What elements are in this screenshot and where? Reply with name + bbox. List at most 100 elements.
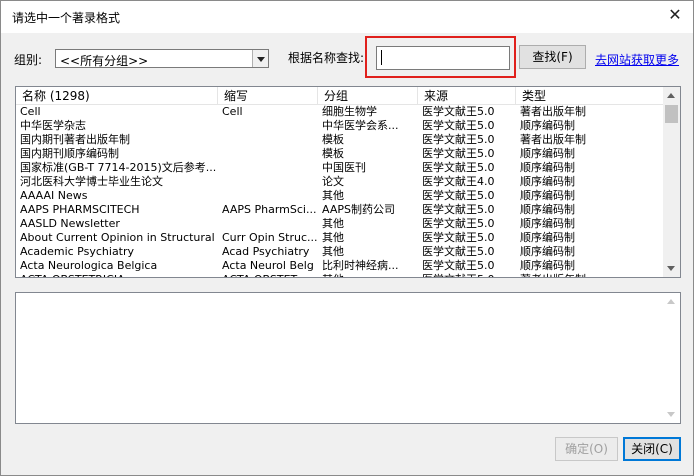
cell-type: 顺序编码制 [520,119,575,132]
title-bar: 请选中一个著录格式 ✕ [1,1,693,33]
cell-type: 顺序编码制 [520,231,575,244]
scroll-down-icon[interactable] [663,406,680,423]
text-cursor [381,50,382,65]
cell-group: 比利时神经病... [322,259,399,272]
list-scrollbar[interactable] [663,87,680,277]
scroll-down-icon[interactable] [663,260,680,277]
table-row[interactable]: About Current Opinion in Structural Bi..… [16,231,665,245]
table-row[interactable]: Academic Psychiatry Acad Psychiatry 其他 医学文献… [16,245,665,259]
cell-group: 其他 [322,245,344,258]
cell-source: 医学文献王5.0 [422,203,495,216]
table-row[interactable]: Cell Cell 细胞生物学 医学文献王5.0 著者出版年制 [16,105,665,119]
window-title: 请选中一个著录格式 [12,11,121,25]
format-select-dialog: 请选中一个著录格式 ✕ 组别: <<所有分组>> 根据名称查找: 查找(F) 去… [0,0,694,476]
cell-abbreviation [218,133,318,147]
cell-source: 医学文献王5.0 [422,133,495,146]
list-header: 名称 (1298) 缩写 分组 来源 类型 [16,87,665,105]
cell-abbreviation [218,217,318,231]
preview-scrollbar[interactable] [663,293,680,423]
table-row[interactable]: AAAAI News 其他 医学文献王5.0 顺序编码制 [16,189,665,203]
cell-type: 顺序编码制 [520,189,575,202]
column-header-source[interactable]: 来源 [418,87,516,105]
get-more-online-link[interactable]: 去网站获取更多 [595,51,679,68]
cell-abbreviation: Curr Opin Struc... [222,231,318,244]
table-row[interactable]: Acta Neurologica Belgica Acta Neurol Belg… [16,259,665,273]
cell-type: 顺序编码制 [520,245,575,258]
cell-type: 著者出版年制 [516,273,665,277]
column-header-name[interactable]: 名称 (1298) [16,87,218,105]
cell-source: 医学文献王5.0 [418,273,516,277]
table-row[interactable]: 国内期刊著者出版年制 模板 医学文献王5.0 著者出版年制 [16,133,665,147]
format-list[interactable]: 名称 (1298) 缩写 分组 来源 类型 Cell Cell 细胞生物学 医学文献王… [15,86,681,278]
cell-group: 其他 [318,273,418,277]
find-button[interactable]: 查找(F) [519,45,586,69]
table-row[interactable]: 河北医科大学博士毕业生论文 论文 医学文献王4.0 顺序编码制 [16,175,665,189]
table-row[interactable]: AASLD Newsletter 其他 医学文献王5.0 顺序编码制 [16,217,665,231]
cell-type: 顺序编码制 [520,161,575,174]
group-dropdown-value: <<所有分组>> [60,54,149,68]
column-header-type[interactable]: 类型 [516,87,665,105]
scroll-thumb[interactable] [665,105,678,123]
scroll-up-icon[interactable] [663,87,680,104]
cell-type: 著者出版年制 [520,133,586,146]
cell-name: 国内期刊著者出版年制 [20,133,130,146]
cell-group: 论文 [322,175,344,188]
cell-abbreviation: Acta Neurol Belg [222,259,314,272]
table-row[interactable]: ACTA OBSTETRICIA...ACTA OBSTET...其他医学文献王… [16,273,665,277]
cell-group: 细胞生物学 [322,105,377,118]
chevron-down-icon[interactable] [252,50,268,67]
close-button[interactable]: 关闭(C) [623,437,681,461]
cell-abbreviation [218,175,318,189]
cell-name: Acta Neurologica Belgica [20,259,158,272]
cell-group: 模板 [322,147,344,160]
cell-name: AASLD Newsletter [20,217,120,230]
cell-group: 模板 [322,133,344,146]
cell-name: 国内期刊顺序编码制 [20,147,119,160]
cell-source: 医学文献王5.0 [422,245,495,258]
cell-name: Academic Psychiatry [20,245,135,258]
cell-source: 医学文献王5.0 [422,105,495,118]
cell-abbreviation: Cell [222,105,243,118]
cell-source: 医学文献王4.0 [422,175,495,188]
cell-source: 医学文献王5.0 [422,259,495,272]
cell-name: AAPS PHARMSCITECH [20,203,140,216]
search-label: 根据名称查找: [288,51,365,65]
group-dropdown[interactable]: <<所有分组>> [55,49,269,68]
table-row[interactable]: 中华医学杂志 中华医学会系... 医学文献王5.0 顺序编码制 [16,119,665,133]
cell-abbreviation: ACTA OBSTET... [218,273,318,277]
cell-group: 其他 [322,189,344,202]
cell-type: 顺序编码制 [520,175,575,188]
cell-name: About Current Opinion in Structural Bi..… [20,231,218,244]
cell-type: 顺序编码制 [520,259,575,272]
cell-name: 国家标准(GB-T 7714-2015)文后参考... [20,161,217,174]
cell-type: 顺序编码制 [520,217,575,230]
cell-abbreviation [218,161,318,175]
ok-button[interactable]: 确定(O) [555,437,618,461]
cell-abbreviation: Acad Psychiatry [222,245,310,258]
cell-source: 医学文献王5.0 [422,161,495,174]
cell-type: 著者出版年制 [520,105,586,118]
cell-type: 顺序编码制 [520,203,575,216]
table-row[interactable]: 国内期刊顺序编码制 模板 医学文献王5.0 顺序编码制 [16,147,665,161]
column-header-group[interactable]: 分组 [318,87,418,105]
cell-source: 医学文献王5.0 [422,147,495,160]
cell-name: AAAAI News [20,189,88,202]
cell-group: 其他 [322,217,344,230]
cell-source: 医学文献王5.0 [422,189,495,202]
column-header-abbreviation[interactable]: 缩写 [218,87,318,105]
close-icon[interactable]: ✕ [667,7,683,23]
cell-source: 医学文献王5.0 [422,217,495,230]
cell-name: 河北医科大学博士毕业生论文 [20,175,163,188]
cell-group: 中华医学会系... [322,119,399,132]
cell-abbreviation [218,189,318,203]
search-input[interactable] [376,46,510,70]
scroll-up-icon[interactable] [663,293,680,310]
cell-name: 中华医学杂志 [20,119,86,132]
cell-name: ACTA OBSTETRICIA... [16,273,218,277]
cell-abbreviation: AAPS PharmSci... [222,203,317,216]
cell-abbreviation [218,119,318,133]
table-row[interactable]: AAPS PHARMSCITECH AAPS PharmSci... AAPS制药公… [16,203,665,217]
cell-name: Cell [20,105,41,118]
table-row[interactable]: 国家标准(GB-T 7714-2015)文后参考... 中国医刊 医学文献王5.0 顺… [16,161,665,175]
cell-type: 顺序编码制 [520,147,575,160]
